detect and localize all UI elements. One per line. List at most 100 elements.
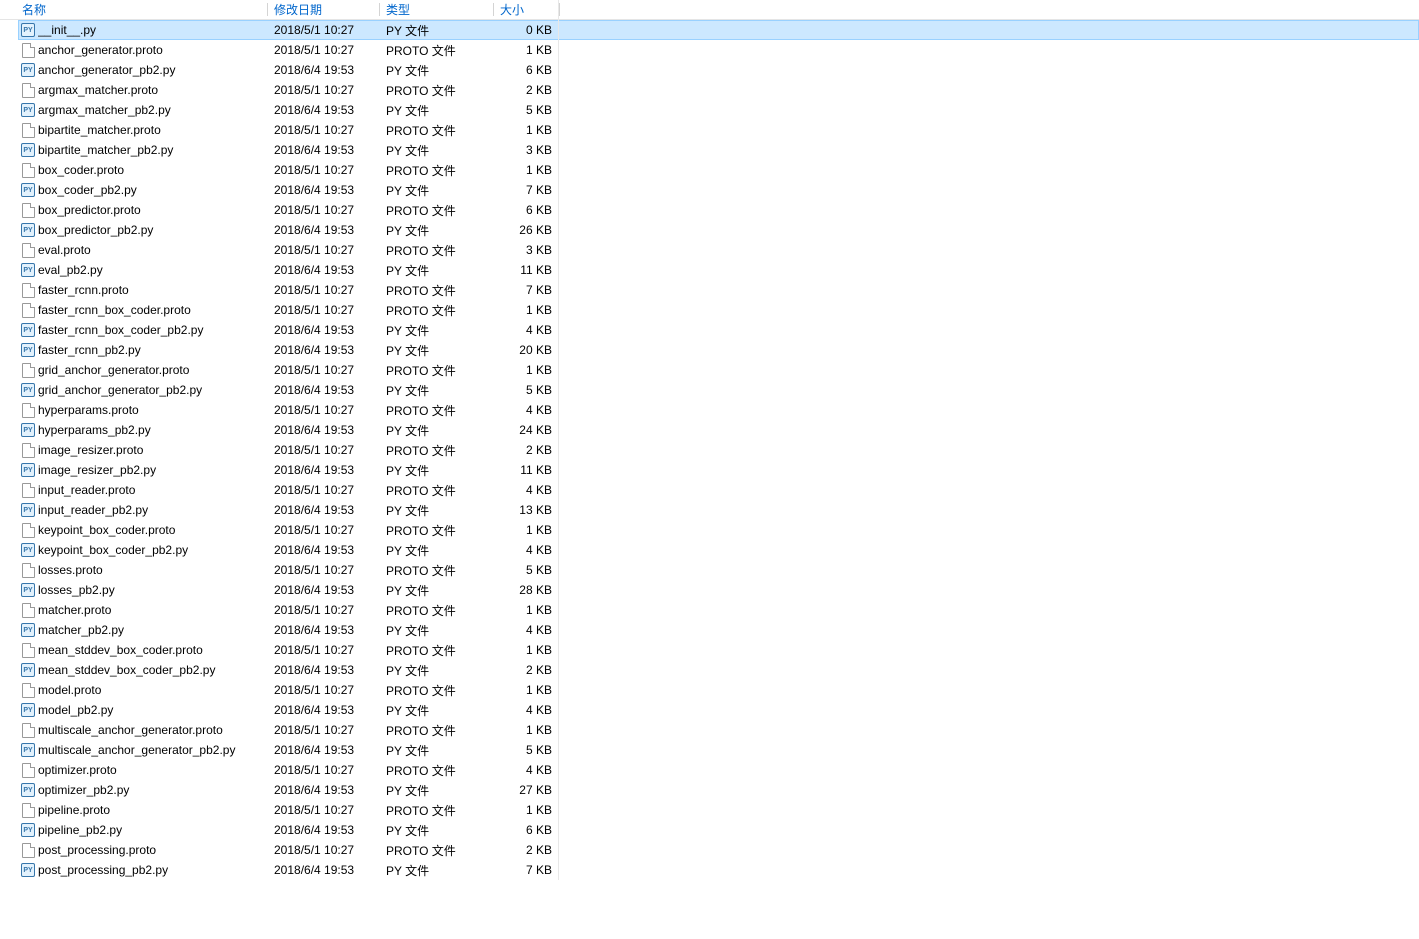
file-size-cell: 1 KB [494, 363, 558, 377]
file-type-cell: PY 文件 [380, 702, 494, 719]
file-type-cell: PY 文件 [380, 22, 494, 39]
file-row[interactable]: PYbox_predictor_pb2.py2018/6/4 19:53PY 文… [18, 220, 1419, 240]
file-size-cell: 1 KB [494, 683, 558, 697]
file-size-cell: 6 KB [494, 63, 558, 77]
proto-file-icon [18, 523, 38, 538]
file-row[interactable]: PYpost_processing_pb2.py2018/6/4 19:53PY… [18, 860, 1419, 880]
file-date-cell: 2018/6/4 19:53 [268, 383, 380, 397]
file-row[interactable]: PYpipeline_pb2.py2018/6/4 19:53PY 文件6 KB [18, 820, 1419, 840]
file-size-cell: 1 KB [494, 603, 558, 617]
file-row[interactable]: PYmatcher_pb2.py2018/6/4 19:53PY 文件4 KB [18, 620, 1419, 640]
file-date-cell: 2018/6/4 19:53 [268, 223, 380, 237]
file-type-cell: PY 文件 [380, 262, 494, 279]
file-row[interactable]: PYhyperparams_pb2.py2018/6/4 19:53PY 文件2… [18, 420, 1419, 440]
column-header-name[interactable]: 名称 [0, 1, 268, 18]
file-type-cell: PY 文件 [380, 502, 494, 519]
proto-file-icon [18, 723, 38, 738]
file-name-cell: eval.proto [38, 243, 268, 257]
proto-file-icon [18, 203, 38, 218]
file-size-cell: 24 KB [494, 423, 558, 437]
file-row[interactable]: optimizer.proto2018/5/1 10:27PROTO 文件4 K… [18, 760, 1419, 780]
file-type-cell: PROTO 文件 [380, 42, 494, 59]
column-header-size-label: 大小 [500, 3, 524, 17]
file-row[interactable]: image_resizer.proto2018/5/1 10:27PROTO 文… [18, 440, 1419, 460]
file-row[interactable]: PYargmax_matcher_pb2.py2018/6/4 19:53PY … [18, 100, 1419, 120]
file-row[interactable]: input_reader.proto2018/5/1 10:27PROTO 文件… [18, 480, 1419, 500]
file-row[interactable]: box_predictor.proto2018/5/1 10:27PROTO 文… [18, 200, 1419, 220]
file-row[interactable]: PYgrid_anchor_generator_pb2.py2018/6/4 1… [18, 380, 1419, 400]
file-row[interactable]: pipeline.proto2018/5/1 10:27PROTO 文件1 KB [18, 800, 1419, 820]
file-row[interactable]: keypoint_box_coder.proto2018/5/1 10:27PR… [18, 520, 1419, 540]
python-file-icon: PY [18, 143, 38, 157]
proto-file-icon [18, 303, 38, 318]
file-name-cell: multiscale_anchor_generator.proto [38, 723, 268, 737]
file-row[interactable]: model.proto2018/5/1 10:27PROTO 文件1 KB [18, 680, 1419, 700]
python-file-icon: PY [18, 703, 38, 717]
file-row[interactable]: PY__init__.py2018/5/1 10:27PY 文件0 KB [18, 20, 1419, 40]
file-row[interactable]: hyperparams.proto2018/5/1 10:27PROTO 文件4… [18, 400, 1419, 420]
file-row[interactable]: faster_rcnn.proto2018/5/1 10:27PROTO 文件7… [18, 280, 1419, 300]
file-row[interactable]: bipartite_matcher.proto2018/5/1 10:27PRO… [18, 120, 1419, 140]
file-row[interactable]: PYkeypoint_box_coder_pb2.py2018/6/4 19:5… [18, 540, 1419, 560]
file-date-cell: 2018/6/4 19:53 [268, 623, 380, 637]
file-date-cell: 2018/5/1 10:27 [268, 443, 380, 457]
file-row[interactable]: grid_anchor_generator.proto2018/5/1 10:2… [18, 360, 1419, 380]
file-date-cell: 2018/5/1 10:27 [268, 123, 380, 137]
file-row[interactable]: losses.proto2018/5/1 10:27PROTO 文件5 KB [18, 560, 1419, 580]
file-row[interactable]: PYimage_resizer_pb2.py2018/6/4 19:53PY 文… [18, 460, 1419, 480]
file-row[interactable]: anchor_generator.proto2018/5/1 10:27PROT… [18, 40, 1419, 60]
file-date-cell: 2018/5/1 10:27 [268, 723, 380, 737]
file-row[interactable]: PYoptimizer_pb2.py2018/6/4 19:53PY 文件27 … [18, 780, 1419, 800]
column-divider[interactable] [559, 3, 560, 16]
file-row[interactable]: PYmean_stddev_box_coder_pb2.py2018/6/4 1… [18, 660, 1419, 680]
proto-file-icon [18, 643, 38, 658]
file-row[interactable]: PYlosses_pb2.py2018/6/4 19:53PY 文件28 KB [18, 580, 1419, 600]
file-name-cell: faster_rcnn_box_coder.proto [38, 303, 268, 317]
file-row[interactable]: PYfaster_rcnn_box_coder_pb2.py2018/6/4 1… [18, 320, 1419, 340]
file-date-cell: 2018/6/4 19:53 [268, 183, 380, 197]
file-name-cell: image_resizer_pb2.py [38, 463, 268, 477]
file-row[interactable]: post_processing.proto2018/5/1 10:27PROTO… [18, 840, 1419, 860]
file-size-cell: 5 KB [494, 563, 558, 577]
file-name-cell: mean_stddev_box_coder.proto [38, 643, 268, 657]
file-name-cell: bipartite_matcher.proto [38, 123, 268, 137]
file-row[interactable]: PYinput_reader_pb2.py2018/6/4 19:53PY 文件… [18, 500, 1419, 520]
file-name-cell: faster_rcnn.proto [38, 283, 268, 297]
file-row[interactable]: PYfaster_rcnn_pb2.py2018/6/4 19:53PY 文件2… [18, 340, 1419, 360]
file-size-cell: 5 KB [494, 743, 558, 757]
file-date-cell: 2018/5/1 10:27 [268, 763, 380, 777]
file-row[interactable]: argmax_matcher.proto2018/5/1 10:27PROTO … [18, 80, 1419, 100]
file-type-cell: PROTO 文件 [380, 202, 494, 219]
python-file-icon: PY [18, 423, 38, 437]
file-row[interactable]: mean_stddev_box_coder.proto2018/5/1 10:2… [18, 640, 1419, 660]
file-row[interactable]: eval.proto2018/5/1 10:27PROTO 文件3 KB [18, 240, 1419, 260]
python-file-icon: PY [18, 383, 38, 397]
file-row[interactable]: matcher.proto2018/5/1 10:27PROTO 文件1 KB [18, 600, 1419, 620]
file-row[interactable]: box_coder.proto2018/5/1 10:27PROTO 文件1 K… [18, 160, 1419, 180]
file-date-cell: 2018/5/1 10:27 [268, 163, 380, 177]
file-name-cell: post_processing_pb2.py [38, 863, 268, 877]
file-row[interactable]: PYmodel_pb2.py2018/6/4 19:53PY 文件4 KB [18, 700, 1419, 720]
file-size-cell: 1 KB [494, 523, 558, 537]
file-row[interactable]: PYanchor_generator_pb2.py2018/6/4 19:53P… [18, 60, 1419, 80]
file-row[interactable]: faster_rcnn_box_coder.proto2018/5/1 10:2… [18, 300, 1419, 320]
file-row[interactable]: PYeval_pb2.py2018/6/4 19:53PY 文件11 KB [18, 260, 1419, 280]
column-header-name-label: 名称 [22, 3, 46, 17]
column-header-size[interactable]: 大小 [494, 1, 560, 18]
file-row[interactable]: PYmultiscale_anchor_generator_pb2.py2018… [18, 740, 1419, 760]
python-file-icon: PY [18, 23, 38, 37]
file-row[interactable]: multiscale_anchor_generator.proto2018/5/… [18, 720, 1419, 740]
file-date-cell: 2018/5/1 10:27 [268, 303, 380, 317]
file-type-cell: PY 文件 [380, 182, 494, 199]
column-header-date[interactable]: 修改日期 [268, 1, 380, 18]
file-name-cell: optimizer_pb2.py [38, 783, 268, 797]
file-type-cell: PROTO 文件 [380, 802, 494, 819]
column-header-type[interactable]: 类型 [380, 1, 494, 18]
file-row[interactable]: PYbipartite_matcher_pb2.py2018/6/4 19:53… [18, 140, 1419, 160]
file-date-cell: 2018/6/4 19:53 [268, 543, 380, 557]
file-row[interactable]: PYbox_coder_pb2.py2018/6/4 19:53PY 文件7 K… [18, 180, 1419, 200]
file-type-cell: PY 文件 [380, 222, 494, 239]
file-type-cell: PROTO 文件 [380, 522, 494, 539]
file-type-cell: PY 文件 [380, 62, 494, 79]
file-type-cell: PY 文件 [380, 102, 494, 119]
